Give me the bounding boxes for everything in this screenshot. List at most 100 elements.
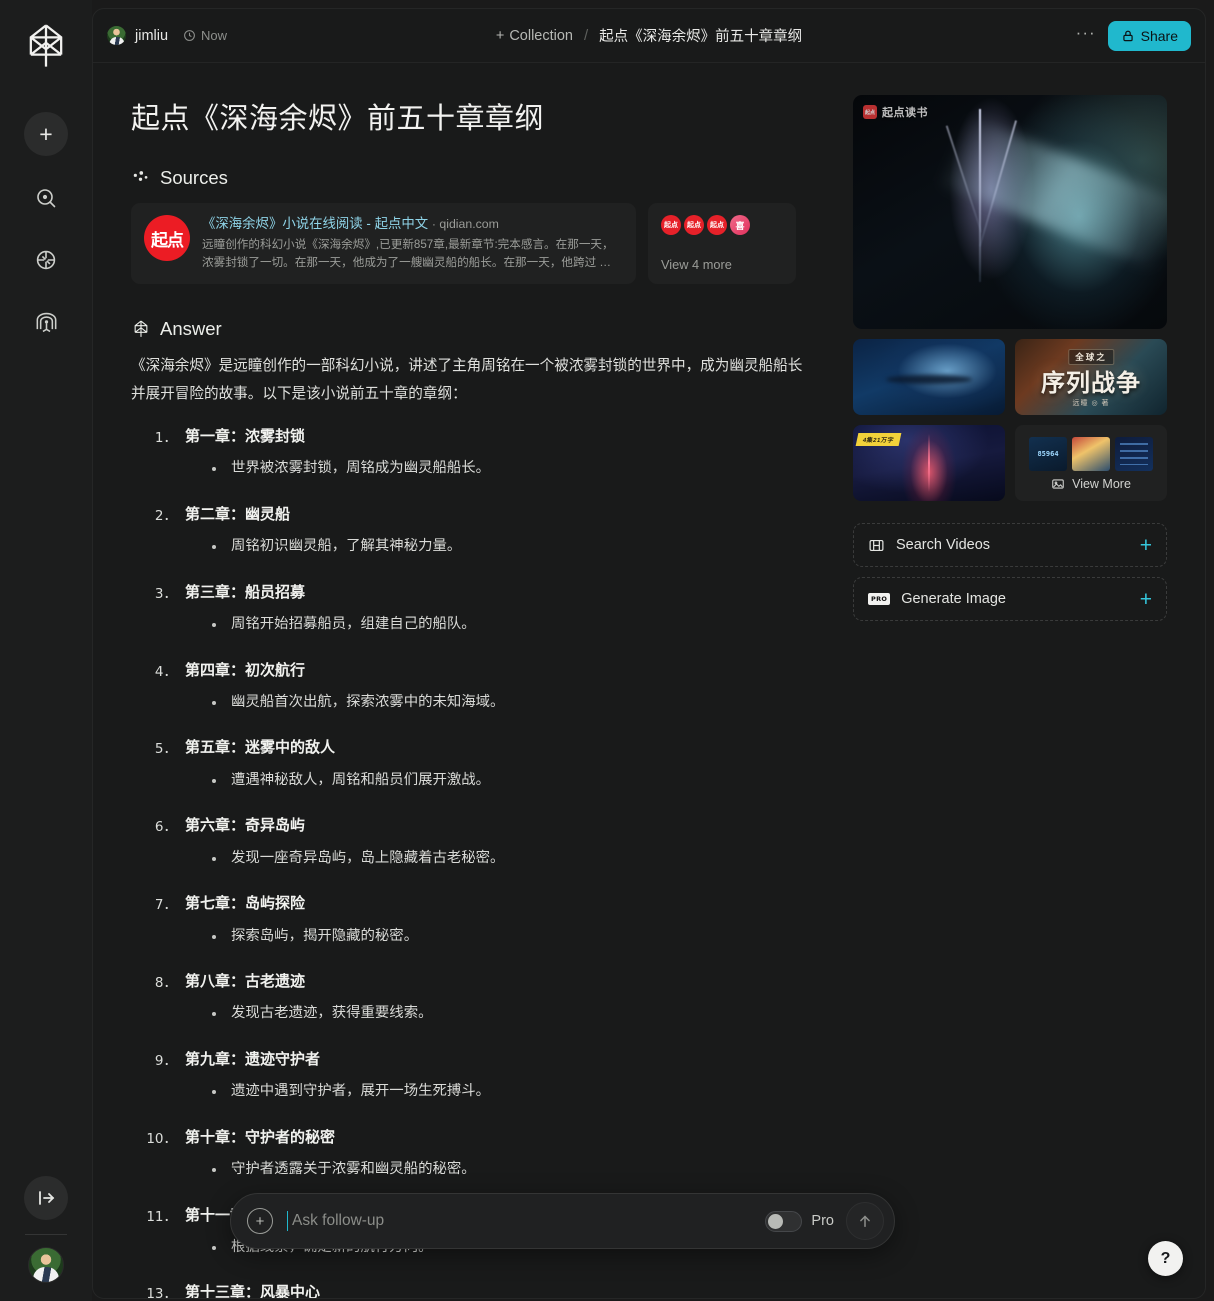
hero-watermark: 起点 起点读书 <box>863 104 928 120</box>
chapter-point: 发现一座奇异岛屿，岛上隐藏着古老秘密。 <box>209 845 813 872</box>
sources-dots-icon <box>133 170 148 181</box>
generate-image-button[interactable]: PRO Generate Image + <box>853 577 1167 621</box>
timestamp-label: Now <box>201 28 228 43</box>
search-videos-button[interactable]: Search Videos + <box>853 523 1167 567</box>
favicon: 起点 <box>661 215 681 235</box>
plus-icon[interactable]: + <box>1140 589 1152 610</box>
watermark-label: 起点读书 <box>882 107 928 119</box>
thumb-more-grid[interactable]: View More <box>1015 425 1167 501</box>
plus-icon: + <box>495 27 505 44</box>
plus-icon[interactable]: + <box>1140 535 1152 556</box>
mini-thumb <box>1115 437 1153 471</box>
chapter-point: 幽灵船首次出航，探索浓雾中的未知海域。 <box>209 689 813 716</box>
left-sidebar: + <box>0 0 92 1301</box>
chapter-title: 第九章：遗迹守护者 <box>185 1050 321 1068</box>
chapter-title: 第六章：奇异岛屿 <box>185 817 306 835</box>
chapter-title: 第一章：浓雾封锁 <box>185 427 306 445</box>
breadcrumb: + Collection / 起点《深海余烬》前五十章章纲 <box>496 25 802 46</box>
sources-row: 起点 《深海余烬》小说在线阅读 - 起点中文 · qidian.com 远瞳创作… <box>131 203 813 285</box>
more-options-button[interactable]: ··· <box>1076 24 1096 47</box>
sidebar-item-spaces[interactable] <box>26 240 66 280</box>
sidebar-item-library[interactable] <box>26 302 66 342</box>
mini-thumbs <box>1029 437 1153 471</box>
chapter-title: 第五章：迷雾中的敌人 <box>185 739 336 757</box>
sources-heading: Sources <box>160 167 228 188</box>
chapter-points: 遗迹中遇到守护者，展开一场生死搏斗。 <box>185 1078 813 1105</box>
qidian-badge-icon: 起点 <box>863 105 877 119</box>
chapter-points: 世界被浓雾封锁，周铭成为幽灵船船长。 <box>185 455 813 482</box>
source-link-title[interactable]: 《深海余烬》小说在线阅读 - 起点中文 <box>202 216 428 231</box>
add-to-collection-button[interactable]: + Collection <box>496 28 573 44</box>
thumb-red-beam[interactable]: 4集21万字 <box>853 425 1005 501</box>
source-card[interactable]: 起点 《深海余烬》小说在线阅读 - 起点中文 · qidian.com 远瞳创作… <box>131 203 636 285</box>
help-button[interactable]: ? <box>1148 1241 1183 1276</box>
share-button[interactable]: Share <box>1107 20 1191 51</box>
cover-subtitle: 全球之 <box>1068 349 1114 365</box>
chapter-points: 周铭初识幽灵船，了解其神秘力量。 <box>185 533 813 560</box>
view-more-images-button[interactable]: View More <box>1051 477 1131 491</box>
thread-timestamp: Now <box>183 28 227 43</box>
mini-thumb <box>1029 437 1067 471</box>
answer-heading: Answer <box>160 318 222 340</box>
chapter-points: 发现一座奇异岛屿，岛上隐藏着古老秘密。 <box>185 845 813 872</box>
perplexity-logo-icon[interactable] <box>18 18 74 74</box>
chapter-points: 周铭开始招募船员，组建自己的船队。 <box>185 611 813 638</box>
followup-input[interactable] <box>287 1211 766 1231</box>
hero-image[interactable]: 起点 起点读书 <box>853 95 1167 329</box>
answer-intro: 《深海余烬》是远瞳创作的一部科幻小说，讲述了主角周铭在一个被浓雾封锁的世界中，成… <box>131 358 803 403</box>
hero-light-ray <box>941 115 1167 271</box>
perplexity-mark-icon <box>134 320 148 337</box>
source-domain: · qidian.com <box>431 217 499 231</box>
generate-image-label: Generate Image <box>901 591 1006 607</box>
view-more-sources-label: View 4 more <box>661 257 732 273</box>
chapter-point: 遭遇神秘敌人，周铭和船员们展开激战。 <box>209 767 813 794</box>
favicon: 起点 <box>684 215 704 235</box>
chapter-item: 第二章：幽灵船 周铭初识幽灵船，了解其神秘力量。 <box>131 501 813 561</box>
chapter-item: 第三章：船员招募 周铭开始招募船员，组建自己的船队。 <box>131 579 813 639</box>
breadcrumb-separator: / <box>583 27 589 44</box>
followup-bar: + Pro <box>230 1193 895 1249</box>
chapter-item: 第一章：浓雾封锁世界被浓雾封锁，周铭成为幽灵船船长。 <box>131 423 813 483</box>
source-card-body: 《深海余烬》小说在线阅读 - 起点中文 · qidian.com 远瞳创作的科幻… <box>202 215 623 272</box>
cover-title: 序列战争 <box>1041 369 1141 397</box>
app-root: + jimliu Now + Collection / 起点《深海余烬》前五十章… <box>0 0 1214 1301</box>
arrow-up-icon <box>860 1215 870 1227</box>
main-panel: jimliu Now + Collection / 起点《深海余烬》前五十章章纲… <box>92 8 1206 1299</box>
chapter-item: 第九章：遗迹守护者遗迹中遇到守护者，展开一场生死搏斗。 <box>131 1046 813 1106</box>
chapter-point: 遗迹中遇到守护者，展开一场生死搏斗。 <box>209 1078 813 1105</box>
chapter-list: 第一章：浓雾封锁世界被浓雾封锁，周铭成为幽灵船船长。第二章：幽灵船 周铭初识幽灵船… <box>131 423 813 1298</box>
source-favicons: 起点 起点 起点 喜 <box>661 215 783 235</box>
chapter-point: 探索岛屿，揭开隐藏的秘密。 <box>209 923 813 950</box>
thumb-book-cover[interactable]: 全球之 序列战争 远瞳 ◎ 著 <box>1015 339 1167 415</box>
view-more-images-label: View More <box>1072 477 1131 491</box>
chapter-title: 第四章：初次航行 <box>185 661 306 679</box>
chapter-points: 探索岛屿，揭开隐藏的秘密。 <box>185 923 813 950</box>
thumb-underwater[interactable] <box>853 339 1005 415</box>
media-column: 起点 起点读书 全球之 序列战争 远瞳 ◎ 著 4集21万字 85964 Vie… <box>853 63 1205 1298</box>
avatar[interactable] <box>28 1247 64 1283</box>
video-grid-icon <box>869 539 884 551</box>
favicon: 起点 <box>707 215 727 235</box>
answer-column: 起点《深海余烬》前五十章章纲 Sources 起点 《深海余烬》小说在线阅读 -… <box>93 63 853 1298</box>
content-area: 起点《深海余烬》前五十章章纲 Sources 起点 《深海余烬》小说在线阅读 -… <box>93 63 1205 1298</box>
pro-toggle[interactable] <box>765 1210 803 1232</box>
source-snippet: 远瞳创作的科幻小说《深海余烬》,已更新857章,最新章节:完本感言。在那一天，浓… <box>202 238 614 270</box>
answer-header: Answer <box>131 318 813 340</box>
sidebar-bottom <box>0 1176 92 1283</box>
sidebar-item-new-thread[interactable]: + <box>24 112 68 156</box>
view-more-sources-card[interactable]: 起点 起点 起点 喜 View 4 more <box>648 203 796 285</box>
share-label: Share <box>1140 27 1178 44</box>
qidian-favicon: 起点 <box>144 215 190 261</box>
attach-plus-icon[interactable]: + <box>247 1208 273 1234</box>
chapter-point: 守护者透露关于浓雾和幽灵船的秘密。 <box>209 1156 813 1183</box>
topbar-actions: ··· Share <box>1076 20 1191 51</box>
submit-button[interactable] <box>846 1202 884 1240</box>
pro-badge-icon: PRO <box>868 593 891 605</box>
author-avatar[interactable] <box>107 26 126 45</box>
sidebar-item-discover[interactable] <box>26 178 66 218</box>
thumbnail-grid: 全球之 序列战争 远瞳 ◎ 著 4集21万字 85964 View More <box>853 339 1167 501</box>
breadcrumb-thread-title: 起点《深海余烬》前五十章章纲 <box>599 29 803 45</box>
expand-sidebar-button[interactable] <box>24 1176 68 1220</box>
search-videos-label: Search Videos <box>896 537 991 553</box>
top-bar: jimliu Now + Collection / 起点《深海余烬》前五十章章纲… <box>93 9 1205 63</box>
